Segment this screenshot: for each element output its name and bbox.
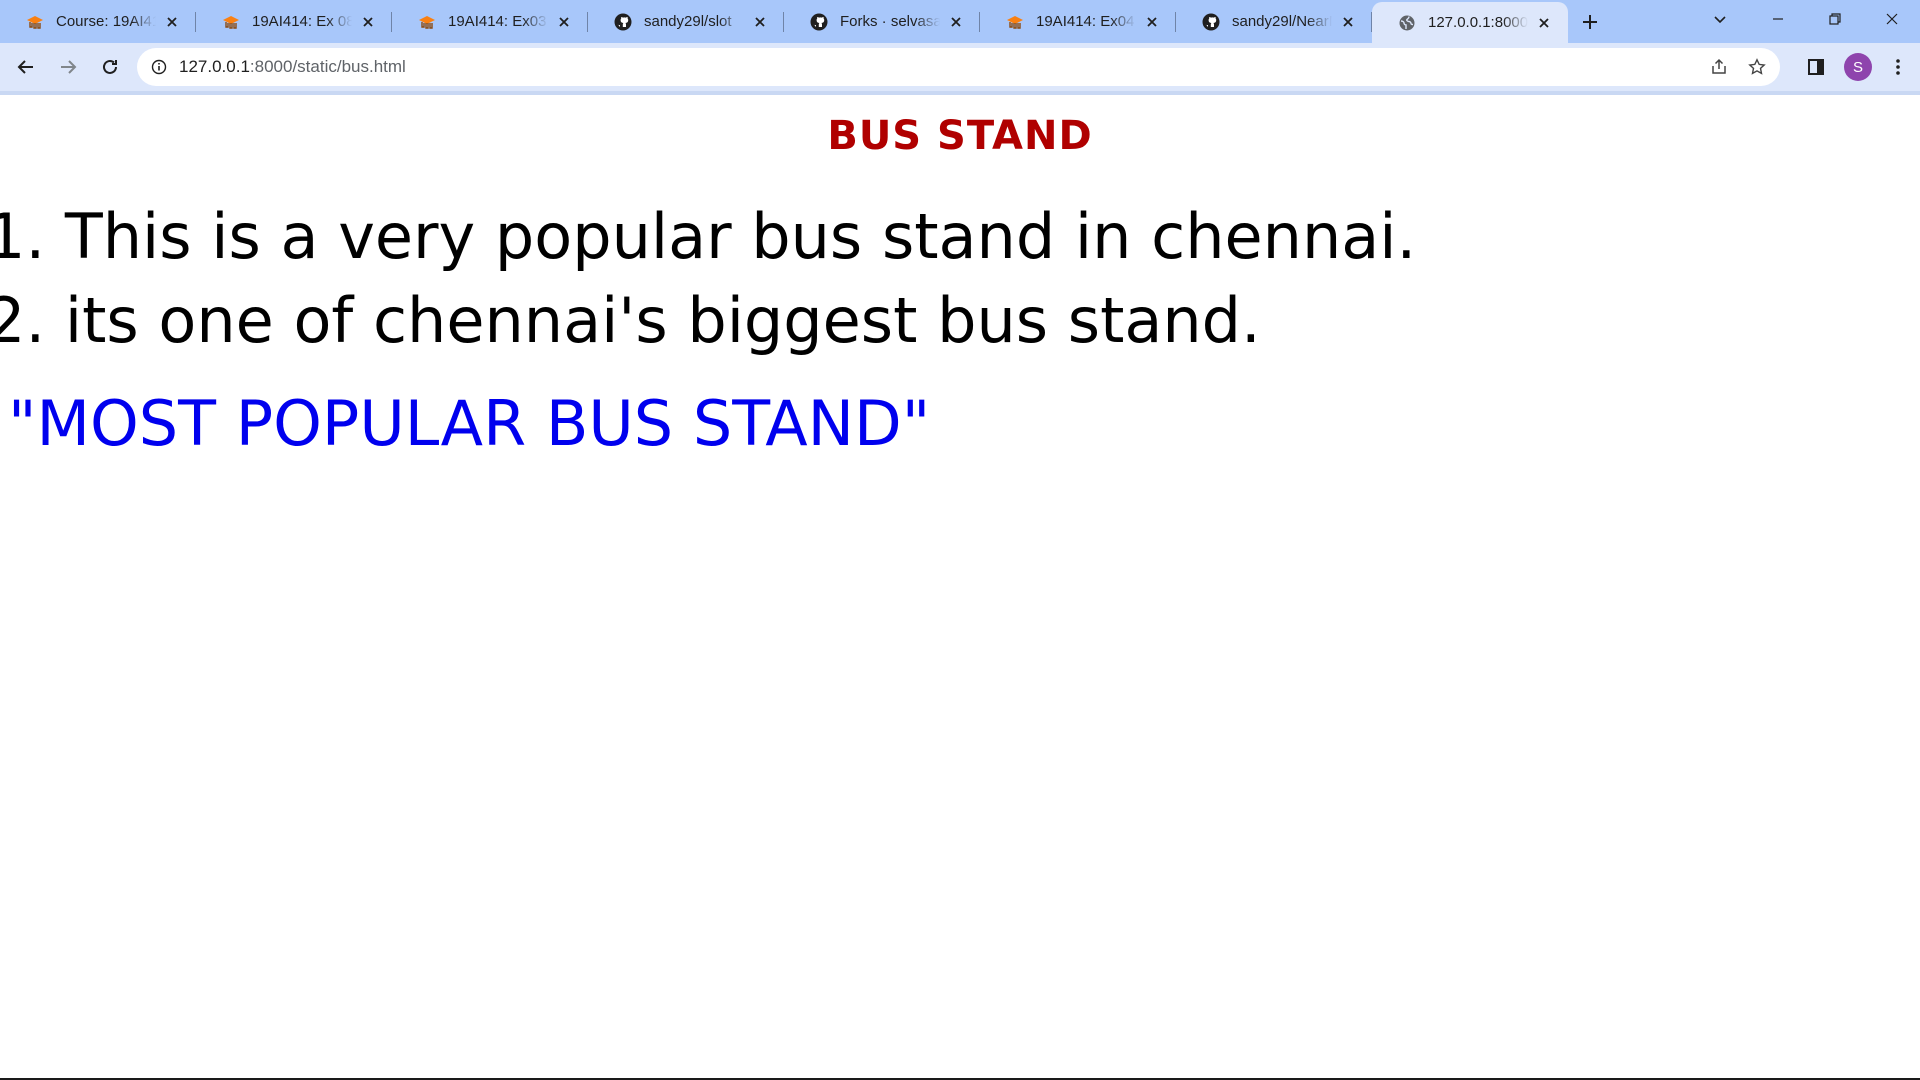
bookmark-star-icon[interactable] (1748, 58, 1766, 76)
arrow-right-icon (61, 60, 77, 74)
tab-2[interactable]: 19AI414: Ex 08: D (196, 0, 392, 43)
tab-6[interactable]: 19AI414: Ex04 Pl (980, 0, 1176, 43)
info-icon[interactable] (151, 59, 167, 75)
tab-title: 19AI414: Ex 08: D (252, 13, 352, 30)
tab-title: Forks · selvasach (840, 13, 940, 30)
moodle-icon (222, 13, 240, 31)
moodle-icon (26, 13, 44, 31)
heading-text: BUS STAND (827, 113, 1093, 159)
minimize-icon (1772, 18, 1783, 20)
tab-title: sandy29l/NearM (1232, 13, 1332, 30)
share-icon[interactable] (1710, 58, 1728, 76)
minimize-button[interactable] (1749, 0, 1806, 38)
back-button[interactable] (6, 47, 46, 87)
toolbar-right-actions: S (1800, 47, 1912, 87)
tab-close-icon[interactable] (750, 12, 770, 32)
restore-button[interactable] (1806, 0, 1863, 38)
tab-close-icon[interactable] (358, 12, 378, 32)
chevron-down-icon (1714, 16, 1726, 24)
github-icon (1202, 13, 1220, 31)
tab-close-icon[interactable] (1534, 13, 1554, 33)
github-icon (810, 13, 828, 31)
url-path: :8000/static/bus.html (249, 57, 406, 76)
reload-button[interactable] (90, 47, 130, 87)
moodle-icon (418, 13, 436, 31)
page-heading: BUS STAND (0, 113, 1920, 159)
restore-icon (1828, 13, 1841, 25)
more-vert-icon (1896, 59, 1900, 75)
tab-8[interactable]: 127.0.0.1:8000/st (1372, 2, 1568, 43)
tab-search-button[interactable] (1700, 0, 1740, 38)
tab-close-icon[interactable] (946, 12, 966, 32)
tab-title: 127.0.0.1:8000/st (1428, 14, 1528, 31)
window-controls (1749, 0, 1920, 43)
globe-icon (1398, 14, 1416, 32)
tab-close-icon[interactable] (554, 12, 574, 32)
tab-1[interactable]: Course: 19AI414 (0, 0, 196, 43)
tab-title: sandy29l/slot (644, 13, 732, 30)
url-host: 127.0.0.1 (179, 57, 250, 76)
address-bar[interactable]: 127.0.0.1:8000/static/bus.html (137, 48, 1780, 86)
tab-list: Course: 19AI414 19AI414: Ex 08: D 19AI414:… (0, 0, 1568, 43)
reload-icon (103, 59, 117, 74)
side-panel-icon (1808, 59, 1824, 75)
tab-3[interactable]: 19AI414: Ex03 : S (392, 0, 588, 43)
tab-title: 19AI414: Ex04 Pl (1036, 13, 1136, 30)
close-window-button[interactable] (1863, 0, 1920, 38)
facts-list: 1. This is a very popular bus stand in c… (0, 195, 1416, 363)
tab-close-icon[interactable] (162, 12, 182, 32)
url-text[interactable]: 127.0.0.1:8000/static/bus.html (179, 57, 406, 77)
fact-item: 1. This is a very popular bus stand in c… (0, 200, 1417, 273)
moodle-icon (1006, 13, 1024, 31)
new-tab-button[interactable] (1568, 0, 1612, 43)
browser-toolbar: 127.0.0.1:8000/static/bus.html S (0, 43, 1920, 91)
side-panel-button[interactable] (1800, 51, 1832, 83)
tab-7[interactable]: sandy29l/NearM (1176, 0, 1372, 43)
address-actions (1710, 48, 1766, 86)
fact-item: 2. its one of chennai's biggest bus stan… (0, 284, 1261, 357)
page-viewport: BUS STAND 1. This is a very popular bus … (0, 95, 1920, 1078)
plus-icon (1583, 14, 1597, 29)
tab-5[interactable]: Forks · selvasach (784, 0, 980, 43)
tab-strip: Course: 19AI414 19AI414: Ex 08: D 19AI414:… (0, 0, 1920, 43)
forward-button[interactable] (48, 47, 88, 87)
profile-avatar[interactable]: S (1844, 53, 1872, 81)
menu-button[interactable] (1884, 51, 1912, 83)
tab-close-icon[interactable] (1338, 12, 1358, 32)
tab-4[interactable]: sandy29l/slot (588, 0, 784, 43)
tab-title: 19AI414: Ex03 : S (448, 13, 548, 30)
arrow-left-icon (17, 60, 33, 74)
close-icon (1886, 13, 1897, 25)
github-icon (614, 13, 632, 31)
tab-close-icon[interactable] (1142, 12, 1162, 32)
tab-title: Course: 19AI414 (56, 13, 156, 30)
quote-text: "MOST POPULAR BUS STAND" (8, 387, 931, 460)
